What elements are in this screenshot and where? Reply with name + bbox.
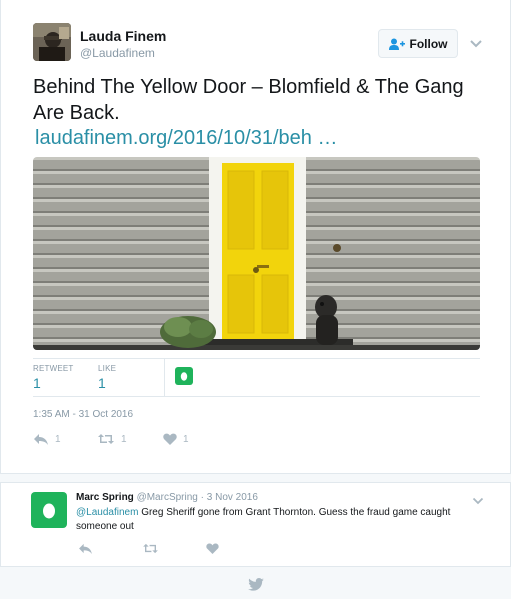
- retweet-stat-label: RETWEET: [33, 364, 74, 373]
- retweet-count: 1: [121, 433, 127, 445]
- stats-separator: [164, 358, 165, 396]
- like-stat-count[interactable]: 1: [98, 375, 106, 391]
- like-count: 1: [183, 433, 189, 445]
- tweet-media-image[interactable]: [33, 157, 480, 350]
- reply-author-name[interactable]: Marc Spring: [76, 492, 134, 503]
- reply-arrow-icon: [33, 433, 49, 445]
- reply-date[interactable]: 3 Nov 2016: [207, 492, 258, 503]
- reply-reply-action[interactable]: [78, 543, 93, 554]
- tweet-text: Behind The Yellow Door – Blomfield & The…: [33, 76, 464, 124]
- chevron-down-icon[interactable]: [472, 492, 484, 505]
- retweet-stat-count[interactable]: 1: [33, 375, 41, 391]
- author-name[interactable]: Lauda Finem: [80, 28, 166, 44]
- stats-divider: [33, 396, 480, 397]
- reply-action[interactable]: 1: [33, 433, 61, 445]
- retweet-icon: [97, 433, 115, 445]
- tweet-timestamp[interactable]: 1:35 AM - 31 Oct 2016: [33, 409, 133, 420]
- author-avatar[interactable]: [33, 23, 71, 61]
- follow-button[interactable]: Follow: [378, 29, 458, 58]
- reply-author-avatar[interactable]: [31, 492, 67, 528]
- retweet-icon: [142, 543, 159, 554]
- retweet-action[interactable]: 1: [97, 433, 127, 445]
- reply-arrow-icon: [78, 543, 93, 554]
- reply-like-action[interactable]: [206, 543, 219, 554]
- reply-count: 1: [55, 433, 61, 445]
- stats-divider: [33, 358, 480, 359]
- reply-section-divider: [0, 473, 511, 483]
- reply-author-handle[interactable]: @MarcSpring: [137, 492, 198, 503]
- reply-mention[interactable]: @Laudafinem: [76, 507, 138, 518]
- heart-icon: [206, 543, 219, 554]
- follow-label: Follow: [409, 36, 448, 51]
- tweet-link[interactable]: laudafinem.org/2016/10/31/beh …: [35, 125, 337, 151]
- reply-text: @Laudafinem Greg Sheriff gone from Grant…: [76, 506, 476, 534]
- person-plus-icon: [388, 38, 405, 50]
- chevron-down-icon[interactable]: [469, 36, 483, 48]
- reply-retweet-action[interactable]: [142, 543, 159, 554]
- heart-icon: [163, 433, 177, 445]
- author-handle[interactable]: @Laudafinem: [80, 46, 155, 60]
- twitter-bird-icon[interactable]: [248, 578, 264, 596]
- liker-avatar[interactable]: [175, 367, 193, 385]
- like-stat-label: LIKE: [98, 364, 117, 373]
- like-action[interactable]: 1: [163, 433, 189, 445]
- reply-header: Marc Spring @MarcSpring · 3 Nov 2016: [76, 492, 258, 503]
- reply-separator: ·: [200, 492, 204, 503]
